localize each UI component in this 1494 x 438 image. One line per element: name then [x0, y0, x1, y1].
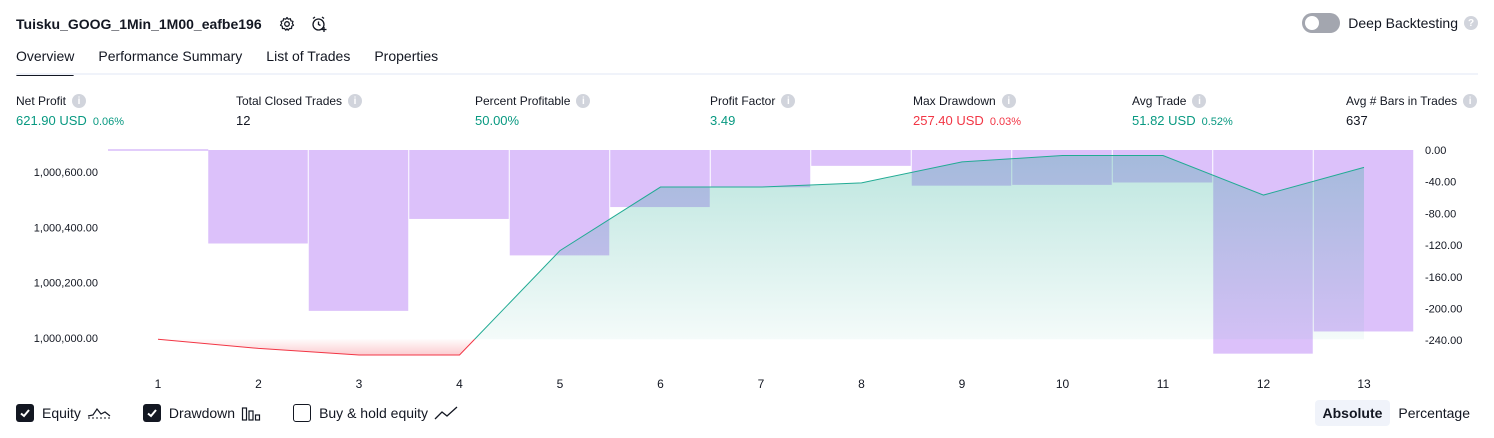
drawdown-bars-icon: [241, 405, 261, 421]
right-axis: 0.00 -40.00 -80.00 -120.00 -160.00 -200.00 -24…: [1425, 145, 1462, 347]
metric-avg-trade: Avg Trade i 51.82 USD 0.52%: [1132, 93, 1233, 128]
x-axis-tick: 13: [1357, 377, 1371, 391]
metric-label: Avg # Bars in Trades: [1346, 94, 1458, 108]
tab-bar: Overview Performance Summary List of Tra…: [16, 48, 462, 76]
tab-performance-summary[interactable]: Performance Summary: [98, 48, 242, 74]
drawdown-bar: [208, 150, 308, 244]
left-axis-tick: 1,000,600.00: [34, 167, 98, 179]
x-axis-tick: 12: [1257, 377, 1271, 391]
drawdown-bar: [409, 150, 509, 219]
strategy-header: Tuisku_GOOG_1Min_1M00_eafbe196: [16, 12, 328, 36]
left-axis-tick: 1,000,000.00: [34, 333, 98, 345]
absolute-button[interactable]: Absolute: [1314, 400, 1391, 426]
drawdown-bar: [308, 150, 409, 311]
right-axis-tick: -40.00: [1425, 177, 1456, 189]
x-axis-tick: 3: [356, 377, 363, 391]
metric-value: 621.90 USD: [16, 113, 87, 128]
x-axis-tick: 5: [557, 377, 564, 391]
equity-line-icon: [87, 406, 111, 420]
metric-value: 3.49: [710, 113, 736, 128]
info-icon[interactable]: i: [348, 94, 363, 108]
metric-profit-factor: Profit Factor i 3.49: [710, 93, 796, 128]
buy-hold-line-icon: [434, 406, 458, 420]
legend-drawdown[interactable]: Drawdown: [142, 404, 261, 422]
metric-max-drawdown: Max Drawdown i 257.40 USD 0.03%: [913, 93, 1021, 128]
x-axis-tick: 11: [1157, 377, 1170, 391]
metric-percent: 0.03%: [989, 116, 1022, 128]
x-axis-tick: 7: [758, 377, 765, 391]
right-axis-tick: -160.00: [1425, 272, 1462, 284]
buy-hold-checkbox[interactable]: [293, 404, 312, 422]
right-axis-tick: -80.00: [1425, 208, 1456, 220]
drawdown-checkbox[interactable]: [142, 404, 161, 422]
metric-label: Profit Factor: [710, 94, 776, 108]
x-axis-tick: 9: [959, 377, 966, 391]
right-axis-tick: -240.00: [1425, 335, 1462, 347]
info-icon[interactable]: i: [72, 94, 87, 108]
metric-value: 637: [1346, 113, 1368, 128]
right-axis-tick: 0.00: [1425, 145, 1446, 157]
metric-label: Percent Profitable: [475, 94, 571, 108]
metric-label: Avg Trade: [1132, 94, 1187, 108]
legend-equity[interactable]: Equity: [16, 404, 111, 422]
tab-divider: [16, 73, 1478, 75]
metric-value: 12: [236, 113, 251, 128]
chart-legend: Equity Drawdown Buy & hold equity: [16, 404, 490, 422]
percentage-button[interactable]: Percentage: [1390, 400, 1478, 426]
info-icon[interactable]: i: [1192, 94, 1207, 108]
tab-properties[interactable]: Properties: [374, 48, 438, 74]
metric-value: 257.40 USD: [913, 113, 984, 128]
metric-value: 50.00%: [475, 113, 520, 128]
settings-icon[interactable]: [278, 15, 296, 33]
metric-label: Max Drawdown: [913, 94, 996, 108]
x-axis-tick: 8: [858, 377, 865, 391]
legend-label: Equity: [42, 405, 81, 421]
question-icon[interactable]: ?: [1464, 16, 1478, 30]
x-axis-tick: 1: [155, 377, 162, 391]
metric-label: Total Closed Trades: [236, 94, 343, 108]
deep-backtesting: Deep Backtesting ?: [1302, 13, 1478, 33]
add-alert-icon[interactable]: [310, 15, 328, 33]
info-icon[interactable]: i: [576, 94, 591, 108]
info-icon[interactable]: i: [781, 94, 796, 108]
toggle-knob: [1305, 16, 1320, 30]
tab-overview[interactable]: Overview: [16, 48, 75, 76]
strategy-name: Tuisku_GOOG_1Min_1M00_eafbe196: [16, 16, 262, 32]
metric-percent: 0.52%: [1201, 116, 1233, 128]
left-axis-tick: 1,000,400.00: [34, 222, 98, 234]
x-axis-tick: 4: [456, 377, 463, 391]
drawdown-bar: [811, 150, 911, 166]
drawdown-bar: [710, 150, 811, 188]
deep-backtesting-toggle[interactable]: [1302, 13, 1341, 33]
metric-label: Net Profit: [16, 94, 67, 108]
info-icon[interactable]: i: [1463, 94, 1478, 108]
deep-backtesting-label: Deep Backtesting: [1348, 15, 1458, 31]
legend-label: Drawdown: [168, 405, 236, 421]
metric-percent-profitable: Percent Profitable i 50.00%: [475, 93, 591, 128]
metric-percent: 0.06%: [92, 116, 125, 128]
right-axis-tick: -200.00: [1425, 303, 1462, 315]
left-axis: 1,000,000.00 1,000,200.00 1,000,400.00 1,00…: [34, 167, 98, 345]
x-axis-tick: 2: [255, 377, 262, 391]
metric-total-closed-trades: Total Closed Trades i 12: [236, 93, 363, 128]
equity-checkbox[interactable]: [16, 404, 34, 422]
left-axis-tick: 1,000,200.00: [34, 278, 98, 290]
legend-label: Buy & hold equity: [319, 405, 429, 421]
x-axis-tick: 10: [1056, 377, 1070, 391]
value-mode-switch: Absolute Percentage: [1314, 400, 1479, 426]
right-axis-tick: -120.00: [1425, 240, 1462, 252]
x-axis-tick: 6: [657, 377, 664, 391]
metric-value: 51.82 USD: [1132, 113, 1196, 128]
legend-buy-hold[interactable]: Buy & hold equity: [293, 404, 458, 422]
tab-list-of-trades[interactable]: List of Trades: [266, 48, 350, 74]
equity-drawdown-chart[interactable]: 1,000,000.00 1,000,200.00 1,000,400.00 1,00…: [0, 140, 1494, 395]
x-axis: 1 2 3 4 5 6 7 8 9 10 11 12 13: [155, 377, 1371, 391]
metric-net-profit: Net Profit i 621.90 USD 0.06%: [16, 93, 124, 128]
info-icon[interactable]: i: [1001, 94, 1016, 108]
metric-avg-bars: Avg # Bars in Trades i 637: [1346, 93, 1478, 128]
